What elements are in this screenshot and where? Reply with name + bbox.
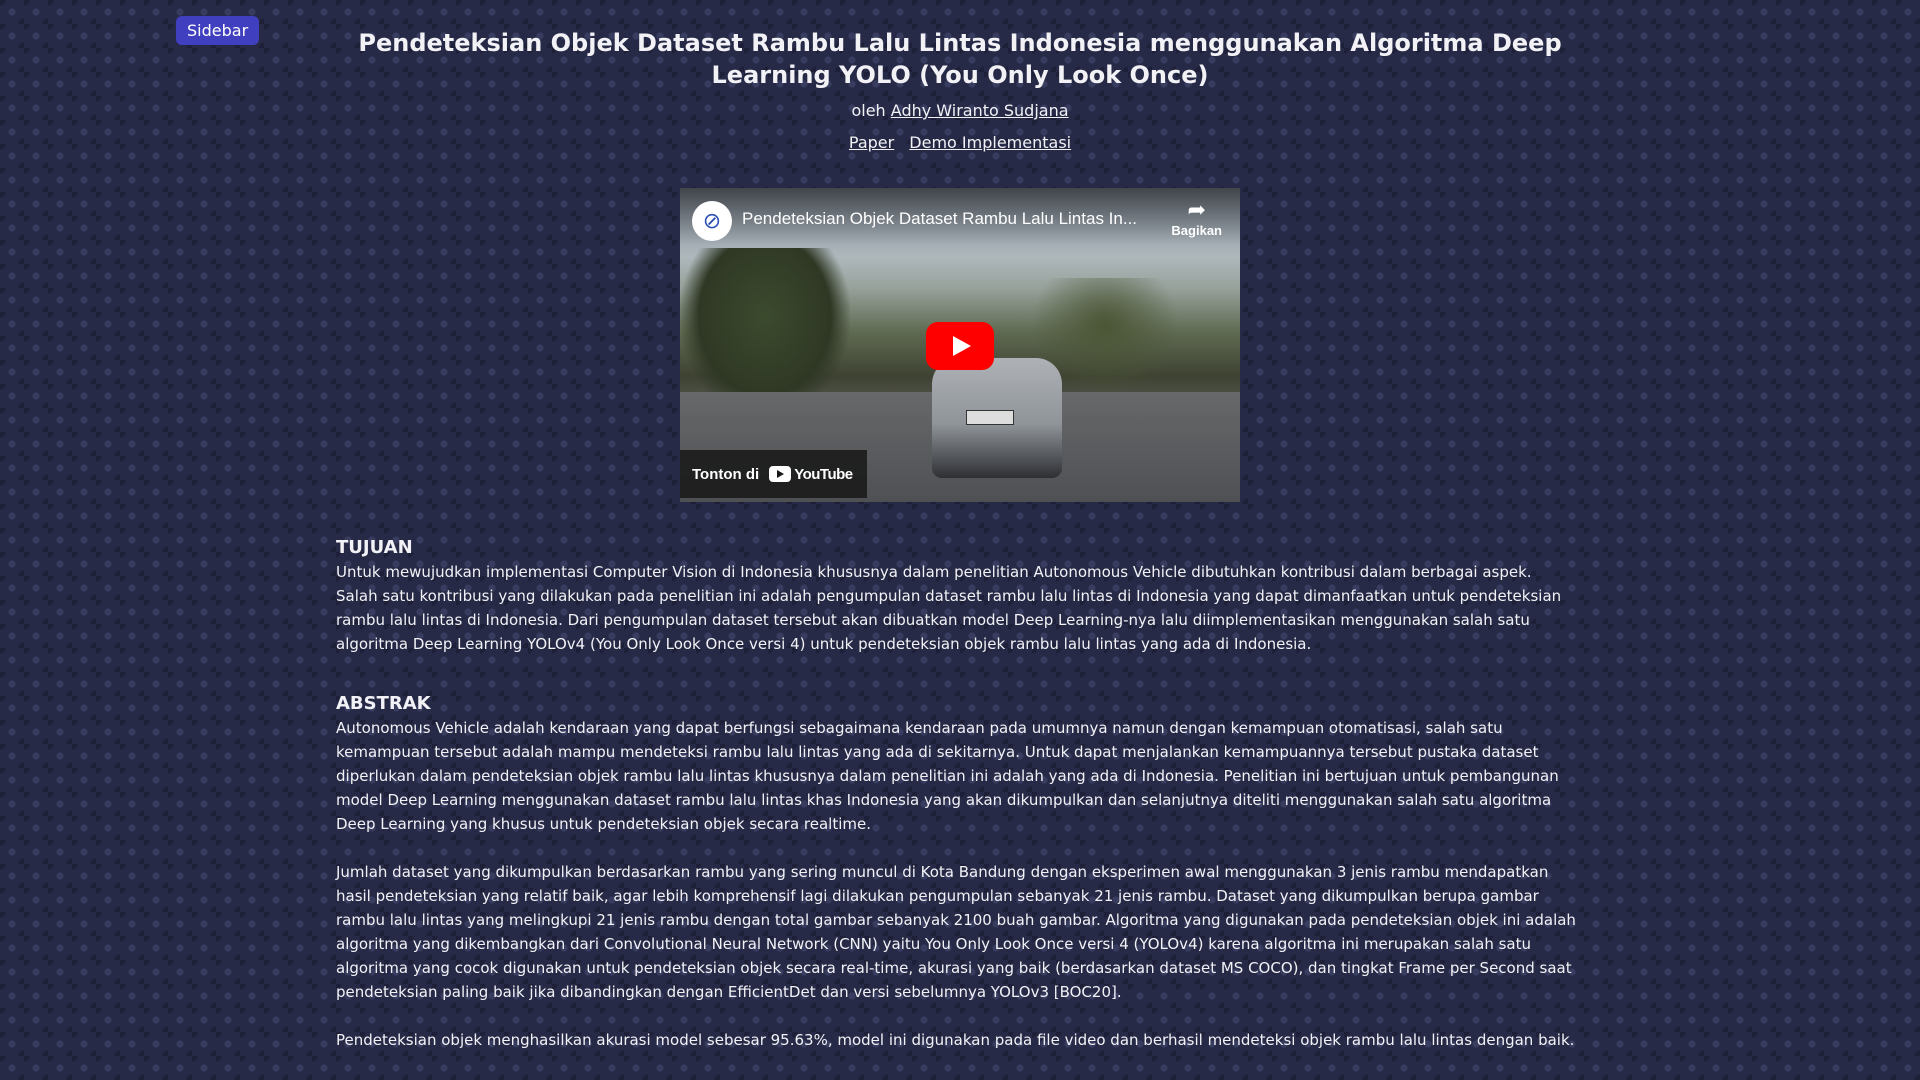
- video-frame-plate: [966, 410, 1014, 425]
- resource-links: Paper Demo Implementasi: [0, 133, 1920, 152]
- sidebar-button[interactable]: Sidebar: [176, 16, 260, 45]
- channel-avatar-icon[interactable]: ⊘: [692, 201, 732, 241]
- play-button[interactable]: [926, 322, 994, 370]
- youtube-wordmark: YouTube: [794, 465, 853, 483]
- youtube-embed[interactable]: ⊘ Pendeteksian Objek Dataset Rambu Lalu …: [680, 188, 1240, 502]
- share-button[interactable]: ➦ Bagikan: [1171, 198, 1222, 240]
- youtube-logo: YouTube: [769, 465, 853, 483]
- abstrak-section: ABSTRAK Autonomous Vehicle adalah kendar…: [336, 692, 1576, 1052]
- video-title[interactable]: Pendeteksian Objek Dataset Rambu Lalu Li…: [742, 209, 1162, 229]
- byline-prefix: oleh: [851, 101, 886, 120]
- paper-link[interactable]: Paper: [849, 133, 894, 152]
- byline: oleh Adhy Wiranto Sudjana: [0, 101, 1920, 120]
- abstrak-paragraph-1: Autonomous Vehicle adalah kendaraan yang…: [336, 719, 1559, 833]
- page-title: Pendeteksian Objek Dataset Rambu Lalu Li…: [358, 29, 1562, 89]
- author-link[interactable]: Adhy Wiranto Sudjana: [891, 101, 1069, 120]
- watch-on-youtube-button[interactable]: Tonton di YouTube: [680, 450, 867, 498]
- tujuan-body: Untuk mewujudkan implementasi Computer V…: [336, 563, 1562, 653]
- share-label: Bagikan: [1171, 223, 1222, 238]
- watch-on-label: Tonton di: [692, 465, 760, 483]
- youtube-play-icon: [769, 466, 792, 482]
- video-frame-car: [932, 358, 1062, 478]
- abstrak-heading: ABSTRAK: [336, 693, 431, 714]
- share-icon: ➦: [1187, 197, 1206, 222]
- video-header: ⊘ Pendeteksian Objek Dataset Rambu Lalu …: [680, 188, 1240, 252]
- abstrak-paragraph-2: Jumlah dataset yang dikumpulkan berdasar…: [336, 863, 1576, 1001]
- abstrak-paragraph-3: Pendeteksian objek menghasilkan akurasi …: [336, 1031, 1575, 1049]
- tujuan-heading: TUJUAN: [336, 537, 413, 558]
- demo-link[interactable]: Demo Implementasi: [909, 133, 1071, 152]
- tujuan-section: TUJUAN Untuk mewujudkan implementasi Com…: [336, 536, 1576, 656]
